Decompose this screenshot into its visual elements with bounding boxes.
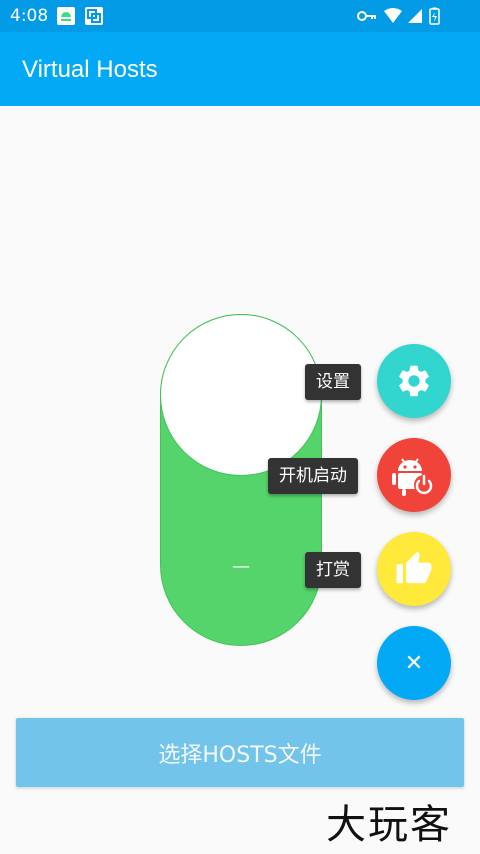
gear-icon: [399, 365, 429, 397]
app-bar: Virtual Hosts: [0, 32, 480, 106]
fab-label-settings[interactable]: 设置: [305, 364, 361, 400]
donate-fab-button[interactable]: [377, 532, 451, 606]
wifi-icon: [384, 8, 402, 23]
settings-fab-button[interactable]: [377, 344, 451, 418]
toggle-knob[interactable]: [160, 314, 322, 476]
toggle-state-indicator: —: [232, 556, 250, 577]
android-notification-icon: [57, 7, 75, 25]
battery-icon: [429, 7, 440, 25]
app-title: Virtual Hosts: [22, 56, 158, 83]
watermark: 大玩客: [326, 802, 452, 848]
signal-icon: [408, 9, 422, 23]
close-fab-menu-button[interactable]: ✕: [377, 626, 451, 700]
status-bar: 4:08: [0, 0, 480, 32]
close-icon: ✕: [404, 650, 424, 676]
fab-label-boot-start[interactable]: 开机启动: [268, 458, 358, 494]
android-power-icon: [392, 458, 434, 496]
status-time: 4:08: [10, 6, 49, 26]
select-hosts-file-button[interactable]: 选择HOSTS文件: [16, 718, 464, 787]
thumbs-up-icon: [396, 551, 432, 584]
fab-label-donate[interactable]: 打赏: [305, 552, 361, 588]
vpn-key-icon: [357, 11, 376, 21]
boot-start-fab-button[interactable]: [377, 438, 451, 512]
screenshot-icon: [85, 7, 103, 25]
status-icons: [357, 7, 440, 25]
